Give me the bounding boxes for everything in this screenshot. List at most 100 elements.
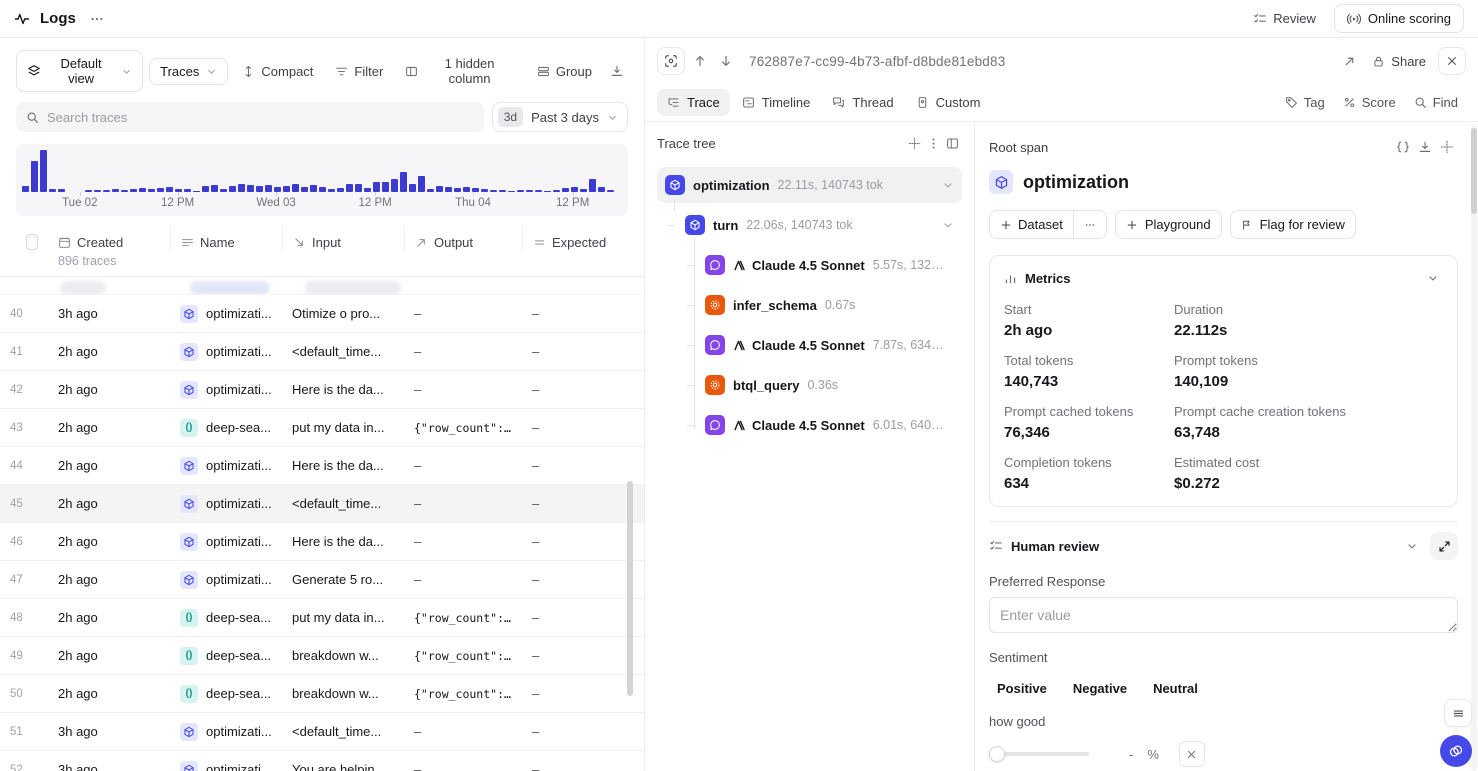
tree-node-btql-query[interactable]: btql_query0.36s	[657, 367, 962, 403]
column-header-output[interactable]: Output	[404, 226, 522, 252]
sentiment-neutral-button[interactable]: Neutral	[1153, 677, 1198, 700]
tree-more-button[interactable]	[924, 134, 943, 153]
focus-trace-button[interactable]	[657, 47, 685, 75]
column-header-input[interactable]: Input	[282, 226, 404, 252]
vertical-arrows-icon	[242, 65, 255, 78]
metrics-card: Metrics Start2h agoDuration22.112sTotal …	[989, 255, 1458, 507]
open-in-new-button[interactable]	[1339, 51, 1360, 72]
input-cell: <default_time...	[282, 344, 404, 359]
name-cell: optimizati...	[170, 761, 282, 771]
tab-timeline[interactable]: Timeline	[732, 89, 821, 116]
tree-node-optimization[interactable]: optimization22.11s, 140743 tok	[657, 167, 962, 203]
tree-expand-all-button[interactable]	[905, 134, 924, 153]
histogram[interactable]: Tue 0212 PMWed 0312 PMThu 0412 PM	[16, 144, 628, 216]
filter-button[interactable]: Filter	[327, 59, 391, 84]
page-scrollbar[interactable]	[1471, 124, 1477, 771]
find-button[interactable]: Find	[1406, 90, 1466, 115]
previous-trace-button[interactable]	[689, 50, 711, 72]
detail-expand-all-button[interactable]	[1436, 136, 1458, 158]
column-header-name[interactable]: Name	[170, 226, 282, 252]
time-range-selector[interactable]: 3d Past 3 days	[492, 102, 628, 132]
tag-button[interactable]: Tag	[1277, 90, 1333, 115]
view-selector[interactable]: Default view	[16, 50, 143, 92]
group-button[interactable]: Group	[529, 59, 600, 84]
table-row[interactable]: 422h agooptimizati...Here is the da...––	[0, 371, 644, 409]
table-row[interactable]: 403h agooptimizati...Otimize o pro...––	[0, 295, 644, 333]
input-cell: breakdown w...	[282, 686, 404, 701]
export-download-button[interactable]	[606, 60, 628, 82]
preferred-response-input[interactable]	[989, 597, 1458, 633]
how-good-slider[interactable]	[989, 746, 1089, 762]
table-row[interactable]: 442h agooptimizati...Here is the da...––	[0, 447, 644, 485]
add-to-dataset-button[interactable]: Dataset	[990, 211, 1073, 238]
download-span-button[interactable]	[1414, 136, 1436, 158]
page-scrollbar-thumb[interactable]	[1471, 128, 1477, 214]
column-header-expected[interactable]: Expected	[522, 226, 644, 252]
sentiment-negative-button[interactable]: Negative	[1073, 677, 1127, 700]
share-button[interactable]: Share	[1364, 49, 1434, 74]
table-row[interactable]: 523h agooptimizati...You are helpin...––	[0, 751, 644, 771]
tree-icon	[667, 96, 680, 109]
table-row[interactable]: 482h ago()deep-sea...put my data in...{"…	[0, 599, 644, 637]
table-row[interactable]: 452h agooptimizati...<default_time...––	[0, 485, 644, 523]
human-review-collapse-button[interactable]	[1402, 536, 1422, 556]
hidden-columns-button[interactable]: 1 hidden column	[397, 51, 523, 91]
table-row[interactable]: 502h ago()deep-sea...breakdown w...{"row…	[0, 675, 644, 713]
tab-trace[interactable]: Trace	[657, 89, 730, 116]
loading-row	[0, 277, 644, 295]
column-header-created[interactable]: Created	[48, 226, 170, 252]
tree-node-turn[interactable]: turn22.06s, 140743 tok	[657, 207, 962, 243]
tree-node-claude-4-5-sonnet[interactable]: Claude 4.5 Sonnet7.87s, 63426 tok	[657, 327, 962, 363]
search-input[interactable]	[47, 110, 474, 125]
select-all-checkbox[interactable]	[26, 234, 38, 250]
flag-for-review-button[interactable]: Flag for review	[1230, 210, 1356, 239]
tree-panel-toggle-button[interactable]	[943, 134, 962, 153]
histogram-bar	[238, 184, 245, 192]
task-cube-icon	[989, 170, 1013, 194]
table-row[interactable]: 513h agooptimizati...<default_time...––	[0, 713, 644, 751]
anthropic-logo-icon	[733, 419, 746, 432]
table-row[interactable]: 432h ago()deep-sea...put my data in...{"…	[0, 409, 644, 447]
floating-menu-button[interactable]	[1444, 699, 1472, 727]
layers-icon	[27, 64, 41, 78]
score-button[interactable]: Score	[1335, 90, 1404, 115]
online-scoring-button[interactable]: Online scoring	[1334, 4, 1464, 33]
axis-tick	[80, 192, 81, 196]
human-review-expand-button[interactable]	[1430, 532, 1458, 560]
chevron-down-icon[interactable]	[942, 219, 954, 231]
chevron-down-icon[interactable]	[942, 179, 954, 191]
table-row[interactable]: 472h agooptimizati...Generate 5 ro...––	[0, 561, 644, 599]
traces-selector[interactable]: Traces	[149, 58, 228, 85]
review-button[interactable]: Review	[1245, 6, 1324, 31]
clear-score-button[interactable]	[1179, 741, 1205, 767]
select-all-cell[interactable]	[0, 226, 48, 252]
bookmark-pin-icon	[916, 96, 929, 109]
table-scrollbar[interactable]	[627, 481, 633, 696]
created-cell: 2h ago	[48, 496, 170, 511]
page-more-button[interactable]	[86, 8, 108, 30]
table-row[interactable]: 412h agooptimizati...<default_time...––	[0, 333, 644, 371]
axis-tick-label: 12 PM	[359, 197, 392, 209]
assistant-fab-button[interactable]	[1440, 735, 1472, 767]
table-row[interactable]: 462h agooptimizati...Here is the da...––	[0, 523, 644, 561]
row-number: 48	[0, 612, 48, 624]
dataset-split-button: Dataset	[989, 210, 1107, 239]
tab-thread[interactable]: Thread	[822, 89, 903, 116]
metrics-collapse-button[interactable]	[1423, 268, 1443, 288]
close-panel-button[interactable]	[1438, 47, 1466, 75]
compact-toggle[interactable]: Compact	[234, 59, 321, 84]
sentiment-positive-button[interactable]: Positive	[997, 677, 1047, 700]
view-json-button[interactable]	[1392, 136, 1414, 158]
histogram-bar	[31, 161, 38, 193]
tree-node-claude-4-5-sonnet[interactable]: Claude 4.5 Sonnet6.01s, 64034 tok	[657, 407, 962, 443]
add-to-playground-button[interactable]: Playground	[1115, 210, 1222, 239]
name-cell: optimizati...	[170, 723, 282, 741]
dataset-more-button[interactable]	[1073, 211, 1106, 238]
table-row[interactable]: 492h ago()deep-sea...breakdown w...{"row…	[0, 637, 644, 675]
tree-node-claude-4-5-sonnet[interactable]: Claude 4.5 Sonnet5.57s, 13283 tok	[657, 247, 962, 283]
tree-node-infer-schema[interactable]: infer_schema0.67s	[657, 287, 962, 323]
next-trace-button[interactable]	[715, 50, 737, 72]
slider-thumb[interactable]	[989, 746, 1005, 762]
tab-custom[interactable]: Custom	[906, 89, 991, 116]
axis-tick-label: Tue 02	[62, 197, 97, 209]
